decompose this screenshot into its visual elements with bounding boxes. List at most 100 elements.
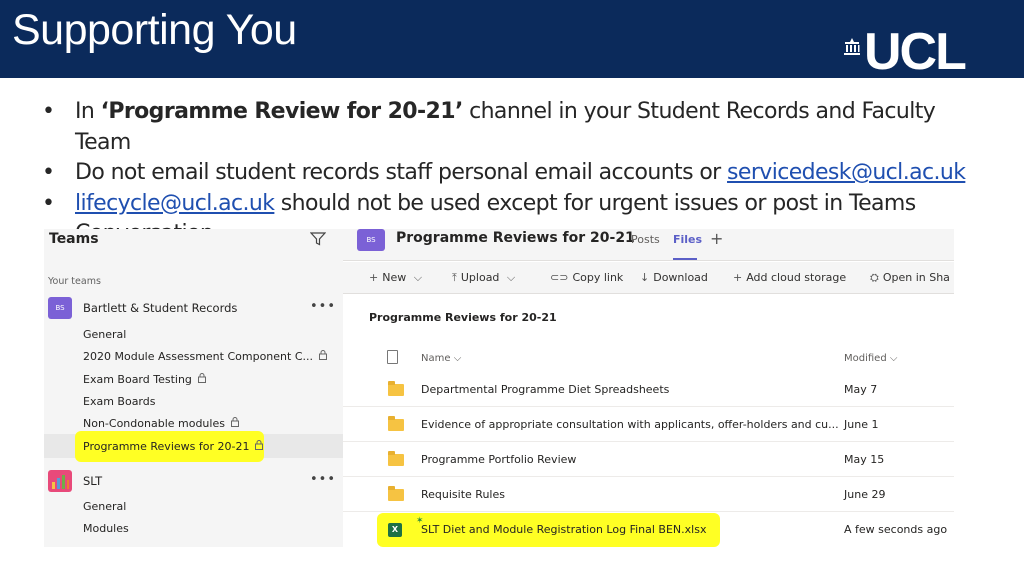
channel-label: General — [83, 500, 127, 513]
file-modified: May 15 — [844, 453, 885, 466]
tab-posts[interactable]: Posts — [631, 233, 660, 246]
bullet-dot: • — [42, 160, 55, 185]
channel-label: 2020 Module Assessment Component C... — [83, 350, 313, 363]
your-teams-label: Your teams — [48, 276, 101, 287]
bullet-2-text: Do not email student records staff perso… — [75, 160, 728, 185]
more-options-icon[interactable]: ••• — [310, 299, 336, 314]
channel-header: BS Programme Reviews for 20-21 Posts Fil… — [343, 229, 954, 261]
file-row[interactable]: Evidence of appropriate consultation wit… — [343, 408, 954, 442]
team-slt[interactable]: SLT ••• — [44, 470, 343, 492]
file-name[interactable]: Requisite Rules — [421, 488, 505, 501]
channel-label: General — [83, 328, 127, 341]
servicedesk-email-link[interactable]: servicedesk@ucl.ac.uk — [727, 160, 966, 185]
bullet-dot: • — [42, 99, 55, 124]
download-label: Download — [653, 271, 708, 284]
add-tab-icon[interactable]: + — [710, 229, 723, 248]
teams-left-pane: Teams Your teams BS Bartlett & Student R… — [44, 229, 343, 547]
bullet-list: • In ‘Programme Review for 20-21’ channe… — [40, 97, 980, 250]
open-in-label: Open in Sha — [882, 271, 950, 284]
channel-exam-board-testing[interactable]: Exam Board Testing — [83, 373, 206, 386]
channel-label: Modules — [83, 522, 129, 535]
channel-exam-boards[interactable]: Exam Boards — [83, 395, 155, 408]
file-row[interactable]: Departmental Programme Diet Spreadsheets… — [343, 373, 954, 407]
copy-link-button[interactable]: ⊂⊃ Copy link — [550, 271, 623, 284]
upload-button[interactable]: ⤒ Upload ⌵ — [452, 271, 519, 285]
file-name[interactable]: SLT Diet and Module Registration Log Fin… — [421, 523, 706, 536]
file-modified: June 1 — [844, 418, 879, 431]
chevron-down-icon: ⌵ — [453, 353, 462, 364]
teams-heading: Teams — [49, 231, 99, 247]
folder-icon — [388, 451, 404, 466]
tab-files[interactable]: Files — [673, 233, 702, 246]
plus-icon: + — [369, 271, 379, 284]
team-bartlett-student-records[interactable]: BS Bartlett & Student Records ••• — [44, 297, 343, 319]
column-name-header[interactable]: Name ⌵ — [421, 353, 461, 364]
download-icon: ↓ — [640, 271, 650, 284]
slide-header: Supporting You UCL — [0, 0, 1024, 81]
plus-icon: + — [733, 271, 743, 284]
team-avatar — [48, 470, 72, 492]
channel-non-condonable-modules[interactable]: Non-Condonable modules — [83, 417, 239, 430]
ucl-portico-icon — [844, 38, 860, 55]
lock-icon — [197, 373, 206, 386]
folder-icon — [388, 486, 404, 501]
channel-label: Non-Condonable modules — [83, 417, 225, 430]
file-row[interactable]: Requisite Rules June 29 — [343, 478, 954, 512]
channel-avatar: BS — [357, 229, 385, 251]
file-modified: A few seconds ago — [844, 523, 948, 536]
file-modified: May 7 — [844, 383, 878, 396]
add-cloud-storage-button[interactable]: + Add cloud storage — [733, 271, 846, 284]
chevron-down-icon: ⌵ — [889, 353, 898, 364]
file-name[interactable]: Programme Portfolio Review — [421, 453, 576, 466]
bullet-item: • Do not email student records staff per… — [40, 158, 980, 189]
link-icon: ⊂⊃ — [550, 271, 569, 284]
lock-icon — [230, 417, 239, 430]
bar-chart-icon — [52, 475, 69, 489]
teams-right-pane: BS Programme Reviews for 20-21 Posts Fil… — [343, 229, 954, 547]
filter-icon[interactable] — [310, 232, 326, 246]
file-modified: June 29 — [844, 488, 886, 501]
channel-modules[interactable]: Modules — [83, 522, 129, 535]
channel-label: Exam Board Testing — [83, 373, 192, 386]
file-type-header-icon — [387, 350, 398, 364]
ucl-logo-text: UCL — [864, 23, 967, 81]
file-name[interactable]: Evidence of appropriate consultation wit… — [421, 418, 839, 431]
new-button[interactable]: + New ⌵ — [369, 271, 426, 285]
column-modified-header[interactable]: Modified ⌵ — [844, 353, 897, 364]
column-modified-label: Modified — [844, 353, 887, 364]
bullet-1-channel-name: ‘Programme Review for 20-21’ — [100, 99, 464, 124]
copy-link-label: Copy link — [572, 271, 624, 284]
add-cloud-storage-label: Add cloud storage — [746, 271, 847, 284]
channel-label: Exam Boards — [83, 395, 156, 408]
more-options-icon[interactable]: ••• — [310, 472, 336, 487]
ucl-logo: UCL — [842, 23, 1002, 81]
channel-programme-reviews[interactable]: Programme Reviews for 20-21 — [83, 440, 264, 453]
channel-general[interactable]: General — [83, 500, 126, 513]
team-avatar: BS — [48, 297, 72, 319]
command-bar: + New ⌵ ⤒ Upload ⌵ ⊂⊃ Copy link ↓ Download +… — [343, 262, 954, 294]
bullet-dot: • — [42, 190, 55, 216]
open-in-sharepoint-button[interactable]: ⛭ Open in Sha — [870, 271, 950, 285]
folder-icon — [388, 381, 404, 396]
file-row-highlighted[interactable]: X ✶ SLT Diet and Module Registration Log… — [343, 513, 954, 547]
team-name: Bartlett & Student Records — [83, 301, 238, 315]
file-name[interactable]: Departmental Programme Diet Spreadsheets — [421, 383, 669, 396]
excel-file-icon: X — [388, 523, 402, 537]
upload-label: Upload — [460, 271, 500, 284]
chevron-down-icon: ⌵ — [413, 271, 423, 284]
slide-title: Supporting You — [12, 6, 297, 54]
file-row[interactable]: Programme Portfolio Review May 15 — [343, 443, 954, 477]
active-tab-indicator — [673, 258, 697, 260]
sharepoint-icon: ⛭ — [870, 271, 879, 284]
lock-icon — [255, 440, 264, 453]
folder-path: Programme Reviews for 20-21 — [369, 311, 557, 324]
bullet-1-prefix: In — [75, 99, 101, 124]
new-label: New — [382, 271, 407, 284]
channel-general[interactable]: General — [83, 328, 126, 341]
channel-2020-module-assessment[interactable]: 2020 Module Assessment Component C... — [83, 350, 327, 363]
team-name: SLT — [83, 474, 103, 488]
download-button[interactable]: ↓ Download — [640, 271, 708, 284]
lock-icon — [319, 350, 327, 363]
channel-title: Programme Reviews for 20-21 — [396, 230, 635, 246]
lifecycle-email-link[interactable]: lifecycle@ucl.ac.uk — [75, 191, 275, 216]
